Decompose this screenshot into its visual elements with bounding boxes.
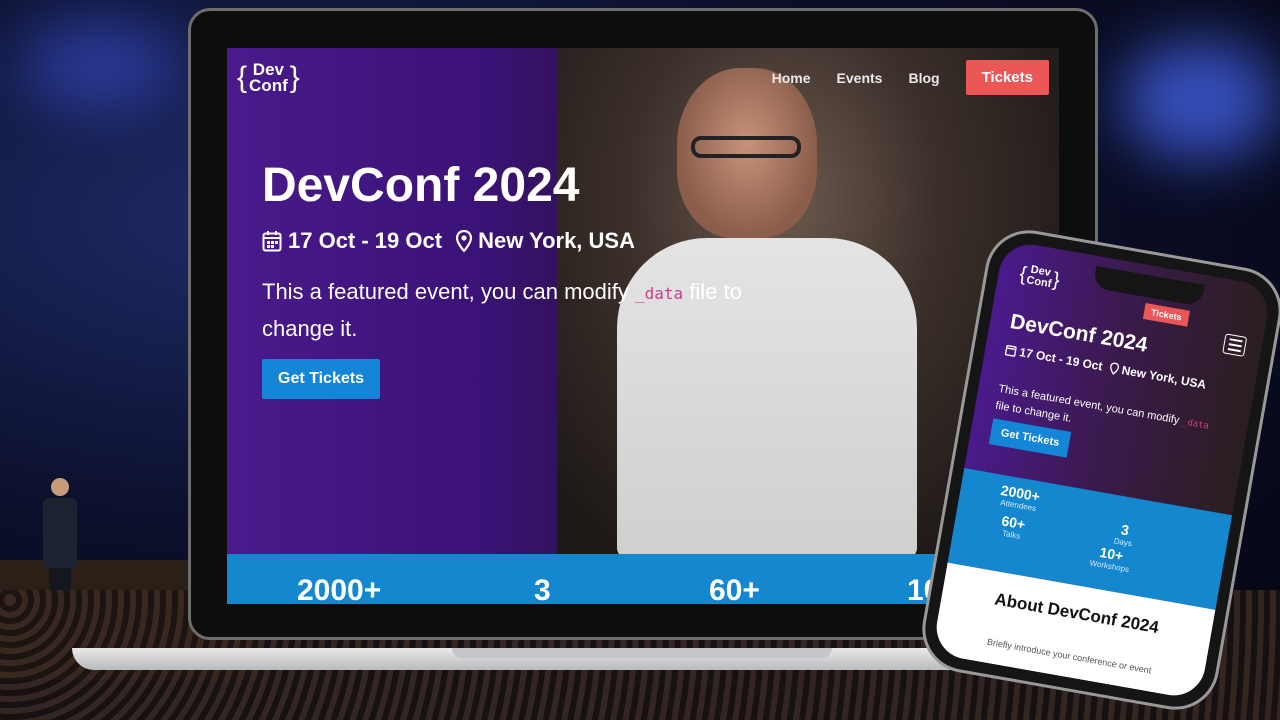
get-tickets-button[interactable]: Get Tickets [262,359,380,399]
mobile-logo-words: Dev Conf [1025,264,1053,291]
mobile-stat-days: 3 Days [1113,521,1135,549]
stat-days-value: 3 [534,574,551,604]
mobile-desc-code: _data [1181,417,1210,432]
mobile-stat-attendees: 2000+ Attendees [998,482,1042,514]
laptop-notch [452,648,832,658]
hero-dates: 17 Oct - 19 Oct [288,228,443,253]
hero-desc-text: This a featured event, you can modify [262,279,635,304]
stat-attendees-value: 2000+ [297,574,382,604]
calendar-icon [262,230,282,252]
hero-title: DevConf 2024 [262,159,580,212]
hero-description: This a featured event, you can modify _d… [262,274,762,346]
tickets-button[interactable]: Tickets [965,60,1049,95]
stat-talks-value: 60+ [709,574,760,604]
logo-brace-open: { [237,61,248,94]
map-pin-icon [1109,362,1120,375]
mobile-stat-talks: 60+ Talks [999,512,1026,542]
site-logo[interactable]: { Dev Conf } [235,61,302,95]
top-nav: Home Events Blog Tickets [772,60,1049,95]
speaker-glasses [691,136,801,158]
nav-home-link[interactable]: Home [772,70,811,86]
stage-light [1120,40,1280,160]
nav-blog-link[interactable]: Blog [908,70,939,86]
mobile-logo-brace-close: } [1051,268,1062,292]
mobile-hero-dates: 17 Oct - 19 Oct [1018,345,1104,374]
hero-meta: 17 Oct - 19 Oct New York, USA [262,228,635,254]
mobile-site-logo[interactable]: { Dev Conf } [1017,262,1063,292]
mobile-tickets-button[interactable]: Tickets [1142,303,1190,327]
stage-light [20,20,180,110]
mobile-hero-location: New York, USA [1120,363,1208,392]
phone-notch [1092,265,1205,307]
hero-desc-code: _data [634,284,684,303]
hero-location: New York, USA [478,228,635,253]
logo-brace-close: } [289,61,300,94]
logo-line-2: Conf [249,76,288,95]
map-pin-icon [456,230,473,252]
hamburger-menu-icon[interactable] [1222,333,1248,357]
desktop-website-screen: { Dev Conf } Home Events Blog Tickets De… [227,48,1059,604]
logo-words: Dev Conf [249,61,288,95]
mobile-logo-line-2: Conf [1025,274,1053,291]
calendar-icon [1004,343,1017,357]
nav-events-link[interactable]: Events [837,70,883,86]
